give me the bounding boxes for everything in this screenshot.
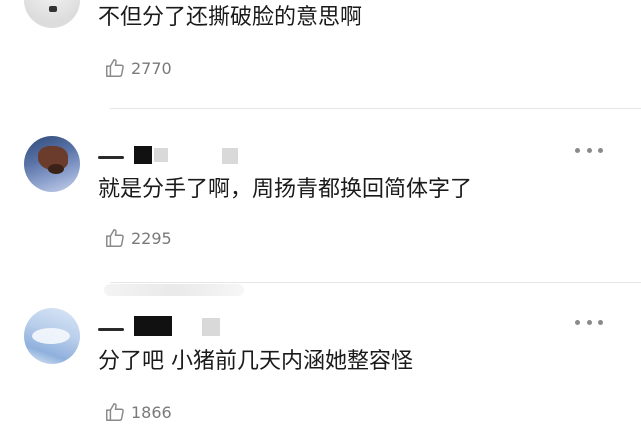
like-count: 2770 [131, 58, 172, 78]
comment-item: 就是分手了啊，周扬青都换回简体字了 2295 [0, 136, 641, 276]
thumbs-up-icon [106, 59, 124, 77]
user-avatar[interactable] [24, 0, 80, 28]
comment-item: 分了吧 小猪前几天内涵她整容怪 1866 [0, 308, 641, 444]
comment-item: 不但分了还撕破脸的意思啊 2770 [0, 0, 641, 108]
more-options-icon[interactable] [575, 318, 603, 326]
username-redacted[interactable] [98, 142, 258, 164]
thumbs-up-icon [106, 229, 124, 247]
divider [110, 108, 641, 109]
comment-text: 分了吧 小猪前几天内涵她整容怪 [98, 349, 413, 374]
comment-text: 不但分了还撕破脸的意思啊 [98, 5, 363, 30]
like-button[interactable]: 2770 [104, 56, 172, 80]
user-avatar[interactable] [24, 136, 80, 192]
like-button[interactable]: 1866 [104, 400, 172, 424]
like-count: 1866 [131, 402, 172, 422]
like-button[interactable]: 2295 [104, 226, 172, 250]
image-artifact [104, 284, 244, 296]
thumbs-up-icon [106, 403, 124, 421]
like-count: 2295 [131, 228, 172, 248]
more-options-icon[interactable] [575, 146, 603, 154]
username-redacted[interactable] [98, 314, 258, 336]
divider [110, 282, 641, 283]
user-avatar[interactable] [24, 308, 80, 364]
comment-text: 就是分手了啊，周扬青都换回简体字了 [98, 177, 473, 202]
